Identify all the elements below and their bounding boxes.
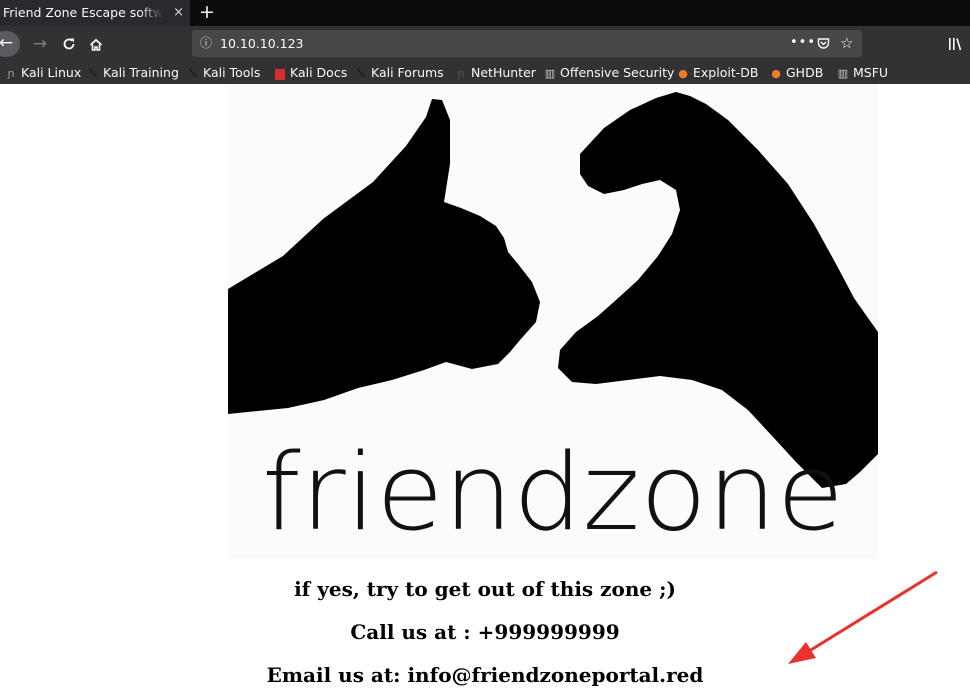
tagline-text: if yes, try to get out of this zone ;) [294, 577, 676, 601]
offsec-icon: ▥ [837, 67, 849, 80]
bookmark-exploit-db[interactable]: ● Exploit-DB [677, 62, 758, 84]
forward-arrow-icon[interactable]: → [30, 26, 50, 62]
email-contact-text: Email us at: info@friendzoneportal.red [266, 663, 704, 687]
bookmark-label: NetHunter [471, 65, 536, 80]
bookmark-label: Exploit-DB [693, 65, 759, 80]
bookmark-label: MSFU [853, 65, 889, 80]
friendzone-logo-image: friendzone [228, 84, 878, 559]
offsec-icon: ▥ [544, 67, 556, 80]
bookmark-label: Kali Forums [371, 65, 444, 80]
exploit-db-icon: ● [678, 67, 688, 80]
back-arrow-icon[interactable]: ← [0, 31, 20, 57]
bookmark-kali-forums[interactable]: ⟍ Kali Forums [355, 62, 444, 84]
bookmark-kali-tools[interactable]: ⟍ Kali Tools [187, 62, 260, 84]
bookmark-msfu[interactable]: ▥ MSFU [837, 62, 888, 84]
library-icon[interactable] [948, 26, 964, 62]
bookmark-label: Kali Training [103, 65, 179, 80]
url-text[interactable]: 10.10.10.123 [220, 30, 304, 57]
navigation-toolbar: ← → ⓘ 10.10.10.123 ••• ☆ [0, 26, 970, 62]
bookmark-label: Kali Linux [21, 65, 82, 80]
bookmark-kali-docs[interactable]: Kali Docs [274, 62, 347, 84]
kali-docs-icon [274, 63, 286, 84]
address-bar[interactable]: ⓘ 10.10.10.123 ••• ☆ [192, 30, 862, 57]
page-actions-icon[interactable]: ••• [790, 30, 816, 55]
phone-contact-text: Call us at : +999999999 [350, 620, 620, 644]
bookmark-star-icon[interactable]: ☆ [840, 30, 853, 57]
info-icon[interactable]: ⓘ [200, 30, 212, 57]
logo-wordmark: friendzone [262, 431, 844, 554]
home-icon[interactable] [85, 26, 107, 62]
kali-dragon-icon: ⟍ [357, 67, 365, 80]
bookmark-kali-linux[interactable]: ɲ Kali Linux [5, 62, 81, 84]
tab-strip: Friend Zone Escape software × + [0, 0, 970, 26]
bookmark-offensive-security[interactable]: ▥ Offensive Security [544, 62, 675, 84]
tab-close-icon[interactable]: × [173, 0, 184, 26]
browser-tab[interactable]: Friend Zone Escape software × [0, 0, 190, 26]
nethunter-icon: ɲ [457, 67, 465, 80]
reload-icon[interactable] [59, 26, 79, 62]
bookmark-ghdb[interactable]: ● GHDB [770, 62, 823, 84]
bookmark-label: GHDB [786, 65, 824, 80]
new-tab-button[interactable]: + [197, 0, 217, 26]
kali-dragon-icon: ⟍ [89, 67, 97, 80]
bookmark-nethunter[interactable]: ɲ NetHunter [455, 62, 536, 84]
exploit-db-icon: ● [771, 67, 781, 80]
kali-dragon-icon: ⟍ [189, 67, 197, 80]
bookmark-label: Kali Docs [290, 65, 348, 80]
pocket-icon[interactable] [817, 30, 830, 57]
bookmark-label: Offensive Security [560, 65, 675, 80]
bookmark-label: Kali Tools [203, 65, 261, 80]
bookmarks-toolbar: ɲ Kali Linux ⟍ Kali Training ⟍ Kali Tools K… [0, 62, 970, 84]
tab-title: Friend Zone Escape software [3, 5, 163, 20]
kali-dragon-icon: ɲ [7, 67, 15, 80]
bookmark-kali-training[interactable]: ⟍ Kali Training [87, 62, 179, 84]
